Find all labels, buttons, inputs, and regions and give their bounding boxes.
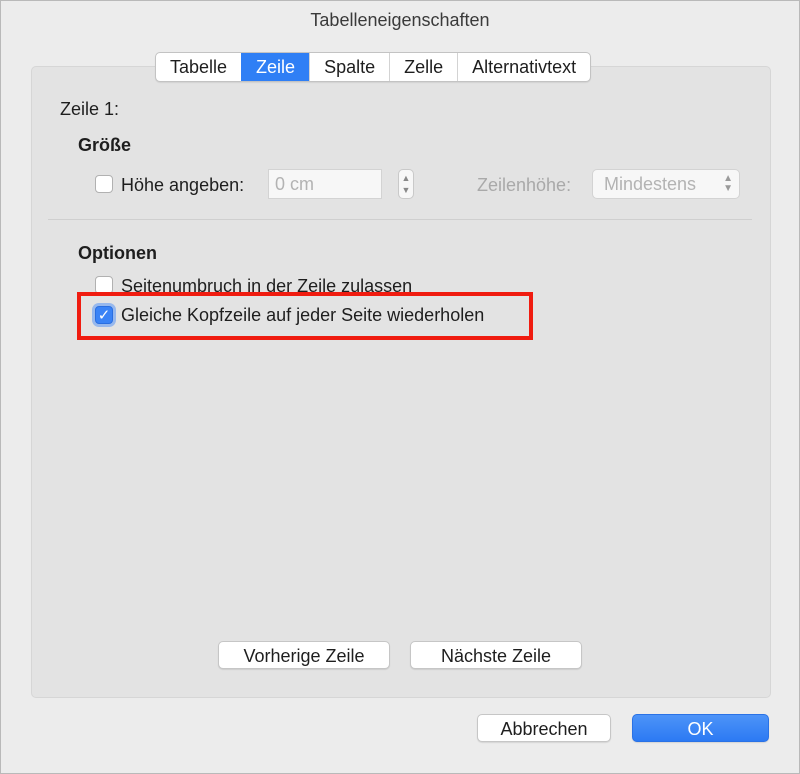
tab-content-panel (31, 66, 771, 698)
tab-tabelle[interactable]: Tabelle (156, 53, 241, 81)
tab-bar: Tabelle Zeile Spalte Zelle Alternativtex… (155, 52, 592, 82)
size-section-heading: Größe (78, 135, 132, 155)
row-height-select[interactable]: Mindestens ▲ ▼ (592, 169, 740, 199)
repeat-header-label: Gleiche Kopfzeile auf jeder Seite wieder… (121, 305, 485, 325)
checkmark-icon: ✓ (97, 307, 111, 324)
up-down-chevron-icon: ▲ ▼ (723, 173, 733, 194)
row-height-select-value: Mindestens (604, 174, 697, 194)
height-checkbox-label: Höhe angeben: (121, 175, 245, 195)
tab-alternativtext[interactable]: Alternativtext (457, 53, 590, 81)
tab-spalte[interactable]: Spalte (309, 53, 389, 81)
repeat-header-checkbox[interactable]: ✓ (95, 306, 113, 324)
window-title: Tabelleneigenschaften (310, 10, 490, 30)
height-input[interactable]: 0 cm (268, 169, 382, 199)
row-heading: Zeile 1: (60, 99, 120, 119)
stepper-arrows-icon[interactable]: ▲ ▼ (398, 169, 414, 199)
row-height-label: Zeilenhöhe: (477, 175, 572, 195)
tab-zelle[interactable]: Zelle (389, 53, 457, 81)
tab-zeile[interactable]: Zeile (241, 53, 310, 81)
height-input-placeholder: 0 cm (275, 174, 315, 194)
ok-button[interactable]: OK (632, 714, 769, 742)
next-row-button[interactable]: Nächste Zeile (410, 641, 582, 669)
section-divider (48, 219, 752, 220)
previous-row-button[interactable]: Vorherige Zeile (218, 641, 390, 669)
height-checkbox[interactable] (95, 175, 113, 193)
cancel-button[interactable]: Abbrechen (477, 714, 611, 742)
options-section-heading: Optionen (78, 243, 157, 263)
